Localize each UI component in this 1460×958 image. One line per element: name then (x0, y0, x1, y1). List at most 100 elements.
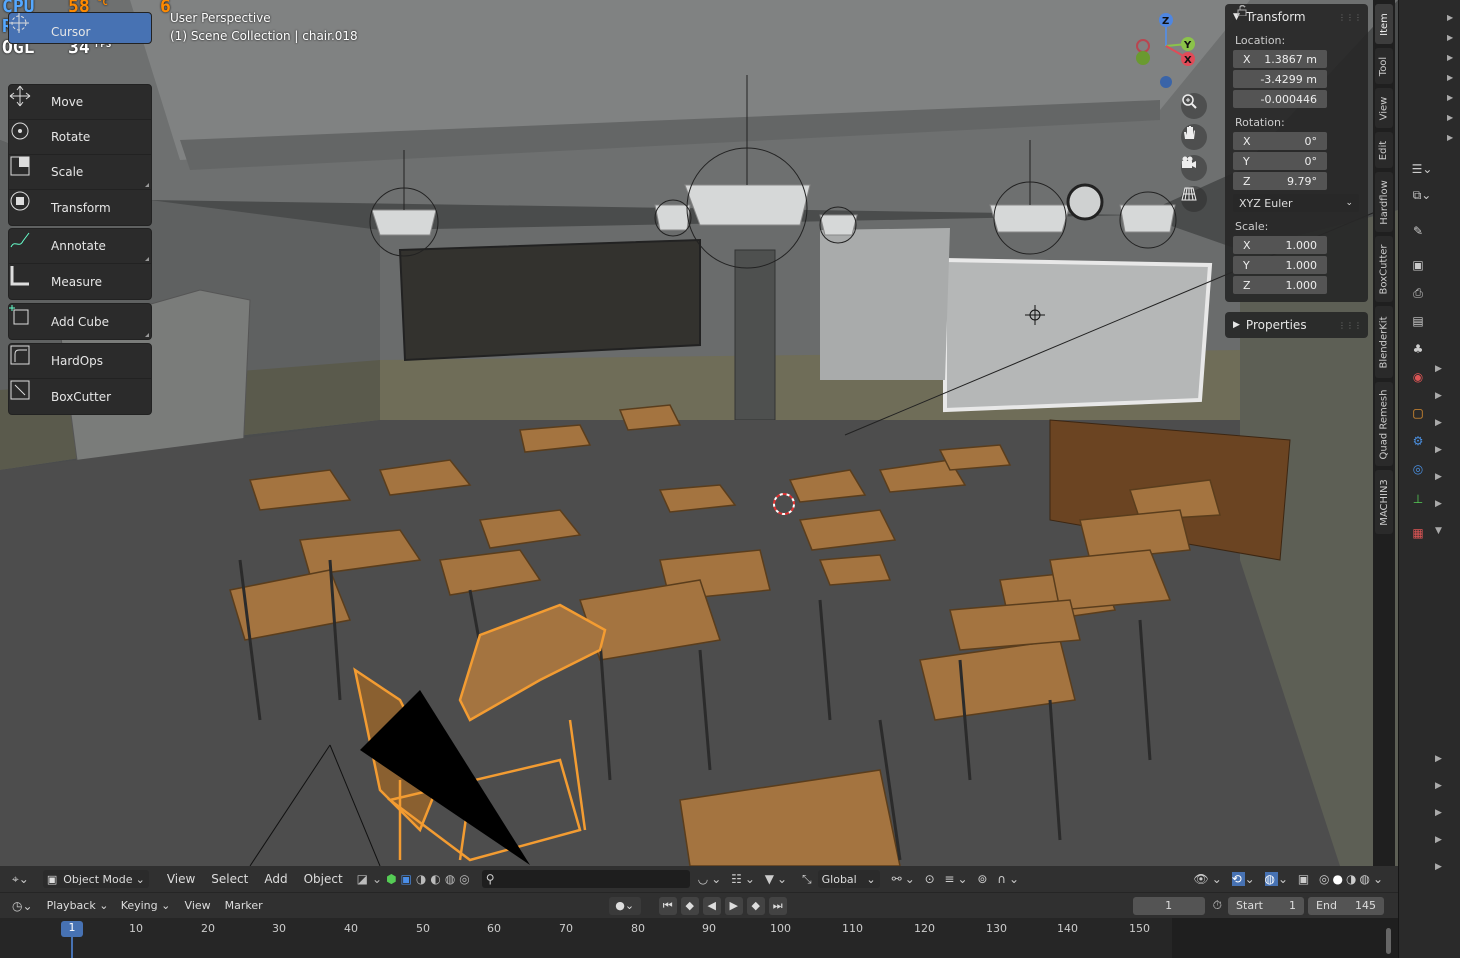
playhead[interactable]: 1 (61, 921, 83, 937)
scrollbar[interactable] (1386, 928, 1391, 954)
frame-tick: 20 (201, 922, 215, 935)
rotation-mode-select[interactable]: XYZ Euler ⌄ (1233, 194, 1359, 212)
editor-type-icon[interactable]: ⌖⌄ (12, 872, 29, 887)
properties-label: Properties (1245, 318, 1307, 332)
mode-select[interactable]: ▣ Object Mode ⌄ (42, 870, 149, 888)
lock-icon[interactable] (1237, 4, 1251, 16)
tab-tool[interactable]: Tool (1375, 48, 1393, 84)
drag-handle-icon[interactable]: ⋮⋮⋮ (1338, 321, 1362, 330)
grid-perspective-icon[interactable] (1181, 186, 1207, 212)
texture-icon[interactable]: ▦ (1407, 522, 1429, 544)
next-key-icon[interactable]: ◆ (746, 896, 765, 915)
jump-end-icon[interactable]: ⏭ (768, 896, 787, 915)
3d-viewport[interactable]: CPU 58 °C 6 RAM 10904 MB OGL 34 FPS User… (0, 0, 1398, 866)
orientation-select[interactable]: Global ⌄ (817, 870, 880, 888)
viewport-search-input[interactable]: ⚲ (481, 870, 690, 888)
menu-add[interactable]: Add (264, 872, 287, 886)
current-frame-field[interactable]: 1 (1132, 896, 1205, 915)
play-icon[interactable]: ▶ (724, 896, 743, 915)
tab-hardflow[interactable]: Hardflow (1375, 172, 1393, 232)
axis-label: Z (1243, 278, 1251, 292)
properties-collapsed-sections[interactable]: ▶ ▶ ▶ ▶ ▶ ▶ ▼ (1435, 356, 1442, 545)
tool-add-cube[interactable]: Add Cube (9, 304, 151, 339)
rotation-z-field[interactable]: Z 9.79° (1233, 172, 1327, 190)
filter-tools[interactable]: ◡⌄ ☷⌄ ▼⌄ (698, 872, 790, 886)
particles-icon[interactable]: ◎ (1407, 458, 1429, 480)
tool-measure[interactable]: Measure (9, 264, 151, 299)
chevron-down-icon: ⌄ (866, 872, 876, 886)
playback-menu[interactable]: Playback ⌄ (42, 896, 113, 915)
playback-controls[interactable]: ⏮ ◆ ◀ ▶ ◆ ⏭ (658, 896, 787, 915)
prev-key-icon[interactable]: ◆ (680, 896, 699, 915)
tab-edit[interactable]: Edit (1375, 132, 1393, 168)
transform-panel: ▼ Transform ⋮⋮⋮ Location: X 1.3867 m -3.429… (1225, 4, 1368, 302)
tool-hardops[interactable]: HardOps (9, 344, 151, 379)
tool-rotate[interactable]: Rotate (9, 120, 151, 155)
tool-transform[interactable]: Transform (9, 190, 151, 225)
keying-menu[interactable]: Keying ⌄ (116, 896, 175, 915)
world-icon[interactable]: ◉ (1407, 366, 1429, 388)
zoom-icon[interactable] (1181, 93, 1207, 119)
tab-boxcutter[interactable]: BoxCutter (1375, 236, 1393, 302)
menu-view[interactable]: View (167, 872, 195, 886)
scale-y-field[interactable]: Y 1.000 (1233, 256, 1327, 274)
sidebar-tabs: Item Tool View Edit Hardflow BoxCutter B… (1373, 0, 1395, 866)
drag-handle-icon[interactable]: ⋮⋮⋮ (1338, 13, 1362, 22)
scene-icon[interactable]: ♣ (1407, 338, 1429, 360)
properties-panel-header[interactable]: ▶ Properties ⋮⋮⋮ (1225, 312, 1368, 338)
menu-select[interactable]: Select (211, 872, 248, 886)
overlay-visibility-tools[interactable]: 👁⌄ ⟲⌄ ◍⌄ ▣ ◎●◑◍⌄ (1193, 872, 1386, 886)
menu-object[interactable]: Object (304, 872, 343, 886)
menu-marker[interactable]: Marker (225, 899, 263, 912)
timeline-ruler[interactable]: 1 10 20 30 40 50 60 70 80 90 100 110 120… (0, 918, 1398, 958)
camera-icon[interactable] (1181, 155, 1207, 181)
tool-annotate[interactable]: Annotate (9, 229, 151, 264)
tool-label: HardOps (51, 354, 104, 368)
rotation-x-field[interactable]: X 0° (1233, 132, 1327, 150)
rotation-y-field[interactable]: Y 0° (1233, 152, 1327, 170)
location-y-field[interactable]: -3.4299 m (1233, 70, 1327, 88)
boxcutter-icon (10, 380, 43, 410)
gizmo-z: Z (1162, 16, 1169, 27)
output-icon[interactable]: ⎙ (1407, 282, 1429, 304)
chevron-down-icon: ⌄ (1345, 198, 1353, 208)
location-x-field[interactable]: X 1.3867 m (1233, 50, 1327, 68)
cpu-unit: °C (97, 0, 108, 8)
editor-type-icon[interactable]: ☰⌄ (1407, 158, 1437, 180)
tab-blenderkit[interactable]: BlenderKit (1375, 306, 1393, 378)
tab-machin3[interactable]: MACHIN3 (1375, 470, 1393, 534)
tab-view[interactable]: View (1375, 88, 1393, 128)
start-frame-field[interactable]: Start 1 (1228, 896, 1305, 915)
pivot-snap-tools[interactable]: ⚯⌄ ⊙ ≡⌄ ⊚ ∩⌄ (892, 872, 1022, 886)
object-icon[interactable]: ▢ (1407, 402, 1429, 424)
field-value: 0° (1304, 154, 1318, 168)
tab-item[interactable]: Item (1375, 4, 1393, 44)
display-mode-icon[interactable]: ⧉⌄ (1407, 184, 1437, 206)
view-layer-icon[interactable]: ▤ (1407, 310, 1429, 332)
properties-collapsed-sections-lower[interactable]: ▶ ▶ ▶ ▶ ▶ (1435, 746, 1442, 881)
play-reverse-icon[interactable]: ◀ (702, 896, 721, 915)
tool-move[interactable]: Move (9, 85, 151, 120)
render-icon[interactable]: ▣ (1407, 254, 1429, 276)
modifier-icon[interactable]: ⚙ (1407, 430, 1429, 452)
tool-scale[interactable]: Scale (9, 155, 151, 190)
constraints-icon[interactable]: ⊥ (1407, 488, 1429, 510)
scale-z-field[interactable]: Z 1.000 (1233, 276, 1327, 294)
jump-start-icon[interactable]: ⏮ (658, 896, 677, 915)
tool-boxcutter[interactable]: BoxCutter (9, 379, 151, 414)
tab-quad-remesh[interactable]: Quad Remesh (1375, 382, 1393, 466)
scale-x-field[interactable]: X 1.000 (1233, 236, 1327, 254)
navigation-gizmo[interactable]: Z Y X (1130, 10, 1200, 90)
stopwatch-icon[interactable]: ⏱ (1213, 898, 1222, 913)
clock-icon[interactable]: ◷⌄ (12, 899, 33, 913)
record-button[interactable]: ●⌄ (608, 896, 641, 915)
menu-view[interactable]: View (185, 899, 211, 912)
location-z-field[interactable]: -0.000446 (1233, 90, 1327, 108)
end-frame-field[interactable]: End 145 (1308, 896, 1385, 915)
add-cube-icon (9, 305, 43, 335)
tool-settings-icon[interactable]: ✎ (1407, 220, 1429, 242)
pan-hand-icon[interactable] (1181, 124, 1207, 150)
cursor-icon (9, 13, 43, 39)
tool-cursor[interactable]: Cursor (9, 13, 151, 43)
shading-toggles[interactable]: ◪⌄⬢▣◑◐◍◎ (357, 872, 474, 886)
